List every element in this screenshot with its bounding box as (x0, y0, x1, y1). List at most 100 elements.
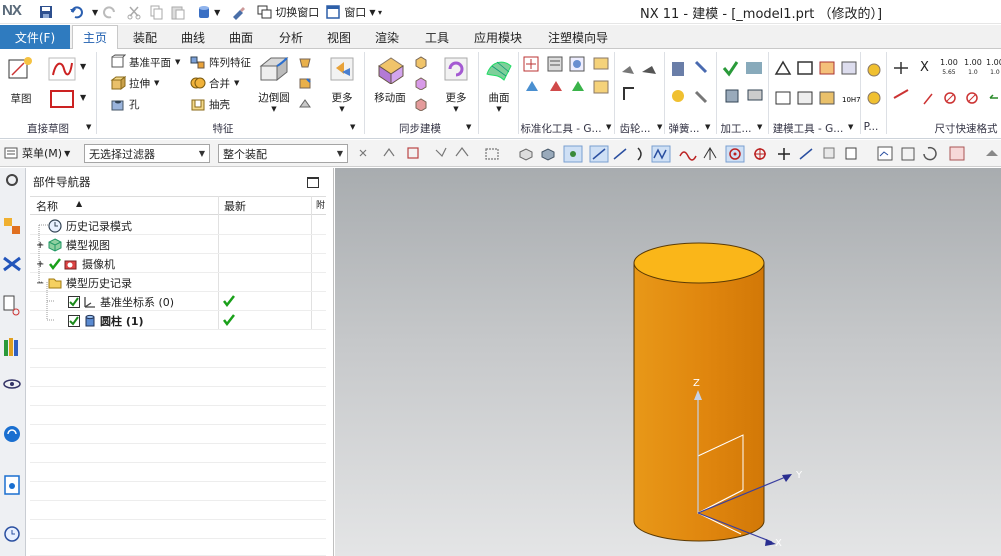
unite-button[interactable]: 合并 ▼ (190, 74, 239, 92)
unite-dropdown-icon[interactable]: ▼ (234, 79, 239, 87)
gear-expand-icon[interactable]: ▼ (657, 123, 662, 131)
switch-window-label[interactable]: 切换窗口 (275, 4, 319, 20)
tree-item-cameras[interactable]: + 摄像机 (36, 256, 115, 272)
expand-icon[interactable]: + (36, 259, 46, 270)
dim-value-c[interactable]: 1.00 1.0 (986, 58, 1001, 77)
draft-icon[interactable] (298, 55, 312, 69)
column-header-name[interactable]: 名称 (36, 198, 58, 214)
part-icon[interactable] (196, 4, 212, 20)
chamfer-icon[interactable] (298, 76, 312, 90)
sketch-button[interactable]: 草图 (4, 55, 38, 109)
tab-render[interactable]: 渲染 (364, 25, 410, 49)
tab-view[interactable]: 视图 (316, 25, 362, 49)
standard-tools-grid[interactable] (522, 55, 618, 115)
brush-icon[interactable] (230, 4, 246, 20)
machining-tools-icons[interactable] (720, 58, 770, 110)
assembly-scope-select[interactable]: 整个装配 ▼ (218, 144, 348, 163)
tab-assembly[interactable]: 装配 (122, 25, 168, 49)
cut-icon[interactable] (126, 4, 142, 20)
standard-tools-expand-icon[interactable]: ▼ (606, 123, 611, 131)
tab-tools[interactable]: 工具 (414, 25, 460, 49)
surface-dropdown-icon[interactable]: ▼ (482, 105, 516, 113)
undo-dropdown-icon[interactable]: ▼ (92, 8, 98, 17)
pattern-feature-button[interactable]: 阵列特征 (190, 53, 251, 71)
expand-icon[interactable]: + (36, 240, 46, 251)
more-feature-dropdown-icon[interactable]: ▼ (326, 105, 358, 113)
tree-item-model-history[interactable]: − 模型历史记录 (36, 275, 132, 291)
window-dropdown-icon[interactable]: ▼ ▾ (369, 8, 382, 17)
copy-icon[interactable] (148, 4, 164, 20)
part-dropdown-icon[interactable]: ▼ (214, 8, 220, 17)
gear-tools-icons[interactable] (618, 60, 664, 110)
tab-curve[interactable]: 曲线 (170, 25, 216, 49)
paste-icon[interactable] (170, 4, 186, 20)
cylinder-model[interactable] (633, 242, 765, 542)
tab-surface[interactable]: 曲面 (218, 25, 264, 49)
column-header-latest[interactable]: 最新 (224, 198, 246, 214)
trim-body-icon[interactable] (298, 97, 312, 111)
datum-plane-button[interactable]: 基准平面 ▼ (110, 53, 180, 71)
machining-expand-icon[interactable]: ▼ (757, 123, 762, 131)
rectangle-dropdown-icon[interactable]: ▼ (80, 93, 86, 102)
save-icon[interactable] (38, 4, 54, 20)
more-sync-dropdown-icon[interactable]: ▼ (440, 105, 472, 113)
column-header-third[interactable]: 附 (316, 198, 325, 211)
tree-item-cylinder[interactable]: 圆柱 (1) (68, 313, 144, 329)
dimension-icons[interactable] (890, 58, 914, 112)
edge-blend-button[interactable]: 边倒圆 ▼ (254, 54, 294, 113)
hole-button[interactable]: 孔 (110, 95, 140, 113)
rectangle-sketch-icon[interactable] (48, 88, 76, 110)
group-divider (886, 52, 887, 134)
pull-face-icon[interactable] (414, 55, 428, 69)
group-label-feature: 特征 (212, 123, 234, 135)
edge-blend-dropdown-icon[interactable]: ▼ (254, 105, 294, 113)
type-filter-select[interactable]: 无选择过滤器 ▼ (84, 144, 210, 163)
redo-icon[interactable] (102, 4, 118, 20)
group-expand-icon[interactable]: ▼ (86, 123, 91, 131)
spring-tools-icons[interactable] (668, 58, 718, 110)
offset-region-icon[interactable] (414, 76, 428, 90)
tree-item-datum-csys[interactable]: 基准坐标系 (0) (68, 294, 174, 310)
undo-icon[interactable] (68, 4, 90, 20)
dim-value-a[interactable]: 1.00 5.65 (940, 58, 958, 77)
eye-icon (3, 379, 21, 389)
dim-value-b[interactable]: 1.00 1.0 (964, 58, 982, 77)
modeling-tools-expand-icon[interactable]: ▼ (848, 123, 853, 131)
modeling-tools-icons[interactable]: 10H7 (772, 58, 862, 110)
surface-button[interactable]: 曲面 ▼ (482, 54, 516, 114)
window-menu-label[interactable]: 窗口 (344, 4, 366, 20)
nx-logo: NX (2, 2, 22, 19)
tree-item-history-mode[interactable]: 历史记录模式 (48, 218, 132, 234)
tab-applications[interactable]: 应用模块 (464, 25, 532, 49)
tab-file[interactable]: 文件(F) (0, 25, 70, 49)
move-face-button[interactable]: 移动面 (370, 54, 410, 108)
switch-window-icon[interactable] (256, 4, 272, 20)
tree-item-model-views[interactable]: + 模型视图 (36, 237, 110, 253)
window-icon[interactable] (325, 4, 341, 20)
delete-face-icon[interactable] (414, 97, 428, 111)
maximize-icon[interactable] (307, 177, 319, 188)
feature-group-expand-icon[interactable]: ▼ (350, 123, 355, 131)
curve-sketch-icon[interactable] (48, 57, 76, 81)
sync-group-expand-icon[interactable]: ▼ (466, 123, 471, 131)
spring-expand-icon[interactable]: ▼ (705, 123, 710, 131)
x-label[interactable]: X (920, 60, 929, 75)
tab-mold-wizard[interactable]: 注塑模向导 (538, 25, 618, 49)
tab-analysis[interactable]: 分析 (268, 25, 314, 49)
more-sync-button[interactable]: 更多 ▼ (440, 54, 472, 113)
datum-plane-dropdown-icon[interactable]: ▼ (175, 58, 180, 66)
sort-ascending-icon[interactable]: ▲ (76, 199, 82, 208)
collapse-icon[interactable]: − (36, 278, 46, 289)
dimension-format-icons[interactable] (920, 88, 1000, 108)
checkbox-checked-icon[interactable] (68, 315, 80, 327)
menu-button[interactable]: 菜单(M) ▼ (3, 145, 70, 161)
more-feature-button[interactable]: 更多 ▼ (326, 54, 358, 113)
extrude-dropdown-icon[interactable]: ▼ (154, 79, 159, 87)
curve-dropdown-icon[interactable]: ▼ (80, 62, 86, 71)
snap-toolbar[interactable] (354, 144, 1001, 164)
shell-button[interactable]: 抽壳 (190, 95, 230, 113)
tab-home[interactable]: 主页 (72, 25, 118, 49)
p-tools-icons[interactable] (864, 60, 886, 110)
extrude-button[interactable]: 拉伸 ▼ (110, 74, 159, 92)
checkbox-checked-icon[interactable] (68, 296, 80, 308)
